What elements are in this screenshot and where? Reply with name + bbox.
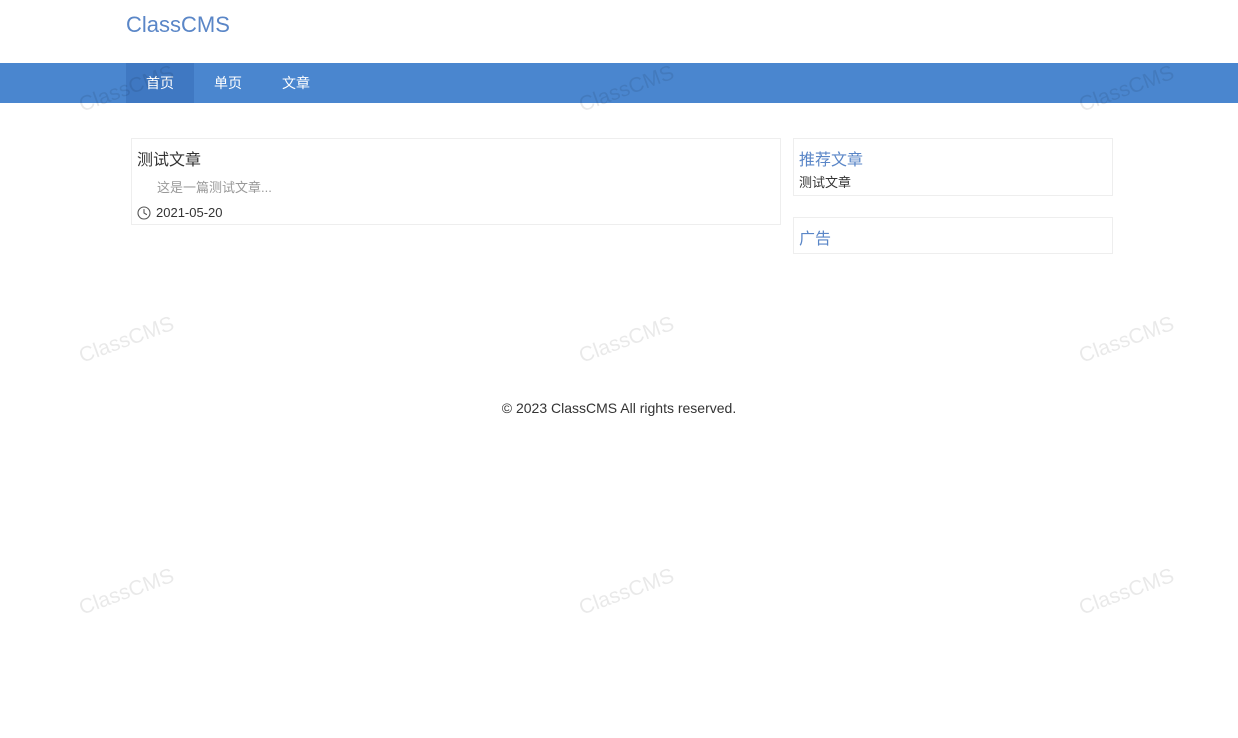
footer-brand-link[interactable]: ClassCMS	[551, 400, 617, 416]
recommend-title: 推荐文章	[799, 152, 864, 169]
watermark: ClassCMS	[76, 312, 178, 368]
footer-rights: All rights reserved.	[617, 400, 737, 416]
article-date: 2021-05-20	[156, 205, 223, 220]
ads-widget: 广告	[793, 217, 1113, 254]
nav-item-article[interactable]: 文章	[262, 63, 330, 103]
clock-icon	[137, 205, 151, 220]
site-header: ClassCMS	[0, 0, 1238, 63]
article-title[interactable]: 测试文章	[137, 146, 201, 170]
watermark: ClassCMS	[576, 564, 678, 620]
nav-item-home[interactable]: 首页	[126, 63, 194, 103]
watermark: ClassCMS	[1076, 312, 1178, 368]
recommend-widget: 推荐文章 测试文章	[793, 138, 1113, 196]
nav-item-page[interactable]: 单页	[194, 63, 262, 103]
site-footer: © 2023 ClassCMS All rights reserved.	[0, 400, 1238, 416]
article-meta: 2021-05-20	[137, 205, 223, 220]
article-excerpt: 这是一篇测试文章...	[157, 180, 272, 195]
footer-copyright: © 2023	[501, 400, 552, 416]
page: ClassCMS 首页 单页 文章 测试文章 这是一篇测试文章... 2021-…	[0, 0, 1238, 738]
watermark: ClassCMS	[1076, 564, 1178, 620]
article-card: 测试文章 这是一篇测试文章... 2021-05-20	[131, 138, 781, 225]
recommend-item[interactable]: 测试文章	[799, 172, 851, 191]
main-nav: 首页 单页 文章	[0, 63, 1238, 103]
ads-title: 广告	[799, 231, 832, 248]
watermark: ClassCMS	[76, 564, 178, 620]
site-logo[interactable]: ClassCMS	[126, 12, 230, 38]
watermark: ClassCMS	[576, 312, 678, 368]
